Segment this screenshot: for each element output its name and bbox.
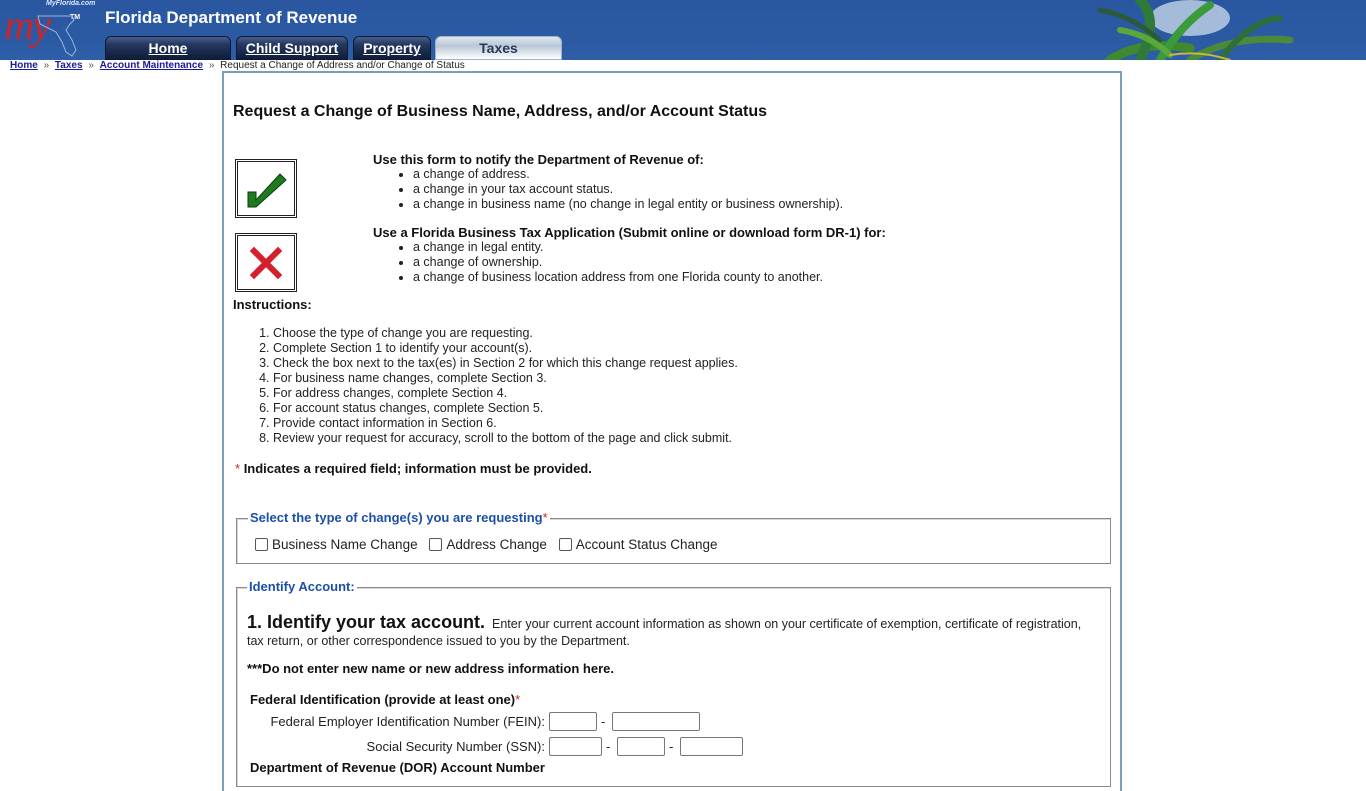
florida-outline-icon <box>37 15 77 57</box>
account-status-change-option[interactable]: Account Status Change <box>558 537 718 552</box>
ssn-part3-input[interactable] <box>680 737 743 756</box>
required-star: * <box>235 461 241 476</box>
do-not-enter-warning: ***Do not enter new name or new address … <box>247 661 614 676</box>
change-type-fieldset: Select the type of change(s) you are req… <box>236 510 1111 564</box>
ssn-part1-input[interactable] <box>549 737 602 756</box>
tab-taxes[interactable]: Taxes <box>435 36 562 60</box>
breadcrumb-separator: » <box>43 60 50 71</box>
change-type-options: Business Name Change Address Change Acco… <box>255 537 726 554</box>
change-type-legend: Select the type of change(s) you are req… <box>248 510 550 525</box>
breadcrumb-current: Request a Change of Address and/or Chang… <box>220 60 465 71</box>
dash-separator: - <box>606 739 611 754</box>
federal-id-heading: Federal Identification (provide at least… <box>250 692 520 707</box>
instructions-list: Choose the type of change you are reques… <box>233 326 738 446</box>
checkmark-icon <box>247 173 287 208</box>
instruction-item: For account status changes, complete Sec… <box>273 401 738 416</box>
site-title: Florida Department of Revenue <box>105 8 358 27</box>
breadcrumb: Home » Taxes » Account Maintenance » Req… <box>10 60 465 71</box>
list-item: a change of ownership. <box>413 255 886 270</box>
instruction-item: For address changes, complete Section 4. <box>273 386 738 401</box>
breadcrumb-account-maintenance-link[interactable]: Account Maintenance <box>100 60 203 71</box>
x-mark-icon-box <box>235 233 297 292</box>
use-form-lead: Use this form to notify the Department o… <box>373 152 704 167</box>
instruction-item: Provide contact information in Section 6… <box>273 416 738 431</box>
use-application-block: Use a Florida Business Tax Application (… <box>373 225 886 285</box>
list-item: a change of business location address fr… <box>413 270 886 285</box>
business-name-change-checkbox[interactable] <box>255 538 268 551</box>
breadcrumb-separator: » <box>208 60 215 71</box>
account-status-change-checkbox[interactable] <box>558 538 572 551</box>
list-item: a change in business name (no change in … <box>413 197 843 212</box>
instruction-item: Check the box next to the tax(es) in Sec… <box>273 356 738 371</box>
address-change-label[interactable]: Address Change <box>446 537 547 552</box>
instruction-item: Choose the type of change you are reques… <box>273 326 738 341</box>
list-item: a change in your tax account status. <box>413 182 843 197</box>
use-form-list: a change of address. a change in your ta… <box>373 167 843 212</box>
dash-separator: - <box>669 739 674 754</box>
fein-label: Federal Employer Identification Number (… <box>270 714 545 729</box>
required-star: * <box>542 510 548 525</box>
use-form-block: Use this form to notify the Department o… <box>373 152 843 212</box>
instructions-heading: Instructions: <box>233 297 312 312</box>
instruction-item: Review your request for accuracy, scroll… <box>273 431 738 446</box>
page-title: Request a Change of Business Name, Addre… <box>233 103 768 120</box>
address-change-option[interactable]: Address Change <box>429 537 547 552</box>
checkmark-icon-box <box>235 159 297 218</box>
address-change-checkbox[interactable] <box>429 538 443 551</box>
required-note-text: Indicates a required field; information … <box>243 461 592 476</box>
business-name-change-option[interactable]: Business Name Change <box>255 537 418 552</box>
tab-child-support[interactable]: Child Support <box>236 36 348 60</box>
fein-part2-input[interactable] <box>612 712 700 731</box>
tab-home[interactable]: Home <box>105 36 231 60</box>
palm-tree-image <box>1097 0 1294 60</box>
required-field-note: * Indicates a required field; informatio… <box>235 461 592 476</box>
dash-separator: - <box>601 714 606 729</box>
tab-property[interactable]: Property <box>353 36 431 60</box>
instruction-item: For business name changes, complete Sect… <box>273 371 738 386</box>
fein-part1-input[interactable] <box>549 712 597 731</box>
use-application-list: a change in legal entity. a change of ow… <box>373 240 886 285</box>
list-item: a change in legal entity. <box>413 240 886 255</box>
account-status-change-label[interactable]: Account Status Change <box>576 537 718 552</box>
required-star: * <box>515 692 521 707</box>
section1-title: 1. Identify your tax account. <box>247 612 486 632</box>
identify-account-legend: Identify Account: <box>247 579 357 594</box>
site-header: MyFlorida.com my TM Florida Department o… <box>0 0 1366 60</box>
ssn-part2-input[interactable] <box>617 737 665 756</box>
breadcrumb-taxes-link[interactable]: Taxes <box>55 60 83 71</box>
breadcrumb-home-link[interactable]: Home <box>10 60 38 71</box>
myflorida-logo[interactable]: MyFlorida.com my TM <box>0 0 100 60</box>
x-mark-icon <box>249 246 283 280</box>
instruction-item: Complete Section 1 to identify your acco… <box>273 341 738 356</box>
ssn-label: Social Security Number (SSN): <box>366 739 545 754</box>
business-name-change-label[interactable]: Business Name Change <box>272 537 418 552</box>
change-type-legend-text: Select the type of change(s) you are req… <box>250 510 543 525</box>
use-application-lead: Use a Florida Business Tax Application (… <box>373 225 886 240</box>
federal-id-heading-text: Federal Identification (provide at least… <box>250 692 516 707</box>
list-item: a change of address. <box>413 167 843 182</box>
breadcrumb-separator: » <box>88 60 94 71</box>
